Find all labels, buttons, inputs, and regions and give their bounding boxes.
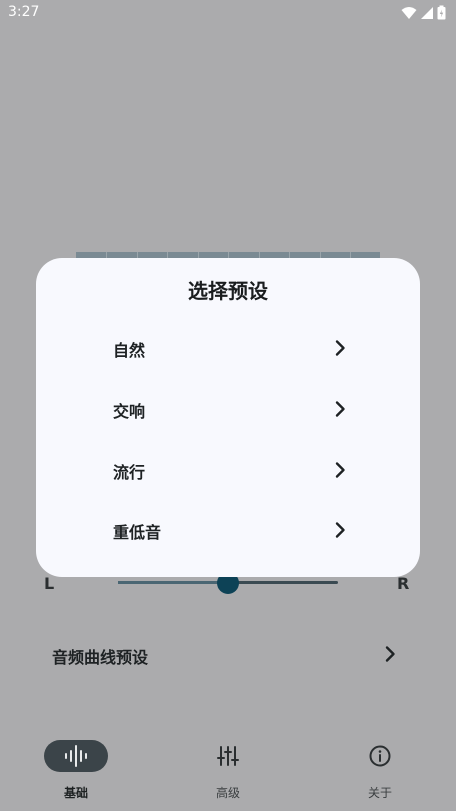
chevron-right-icon xyxy=(330,338,350,362)
dialog-title: 选择预设 xyxy=(188,279,268,303)
preset-option-pop[interactable]: 流行 xyxy=(36,440,420,500)
balance-right-label: R xyxy=(397,574,410,593)
nav-basic[interactable]: 基础 xyxy=(31,740,121,801)
option-label: 自然 xyxy=(113,341,146,360)
preset-option-symphony[interactable]: 交响 xyxy=(36,379,420,439)
nav-about-pill xyxy=(348,740,412,772)
status-time: 3:27 xyxy=(8,4,40,20)
chevron-right-icon xyxy=(330,460,350,484)
status-icons xyxy=(401,5,446,20)
wifi-icon xyxy=(401,6,417,19)
nav-advanced-pill xyxy=(196,740,260,772)
nav-about-label: 关于 xyxy=(367,786,392,800)
info-icon xyxy=(369,745,391,767)
waveform-icon xyxy=(65,745,87,767)
chevron-right-icon xyxy=(380,644,400,668)
nav-advanced-label: 高级 xyxy=(215,786,240,800)
balance-track-active xyxy=(118,581,228,584)
signal-icon xyxy=(421,6,433,19)
option-label: 交响 xyxy=(113,402,146,421)
audio-curve-preset-label: 音频曲线预设 xyxy=(52,648,149,667)
option-label: 重低音 xyxy=(113,523,162,542)
audio-curve-preset-row[interactable]: 音频曲线预设 xyxy=(0,636,456,672)
option-label: 流行 xyxy=(113,463,146,482)
sliders-icon xyxy=(217,746,239,766)
nav-advanced[interactable]: 高级 xyxy=(183,740,273,801)
nav-basic-pill xyxy=(44,740,108,772)
status-bar: 3:27 xyxy=(0,0,456,26)
bottom-navigation: 基础 高级 关于 xyxy=(0,730,456,811)
nav-basic-label: 基础 xyxy=(63,786,88,800)
preset-option-natural[interactable]: 自然 xyxy=(36,318,420,378)
chevron-right-icon xyxy=(330,520,350,544)
nav-about[interactable]: 关于 xyxy=(335,740,425,801)
balance-left-label: L xyxy=(44,574,55,593)
battery-icon xyxy=(437,5,446,20)
preset-option-bass[interactable]: 重低音 xyxy=(36,500,420,560)
chevron-right-icon xyxy=(330,399,350,423)
select-preset-dialog: 选择预设 自然 交响 流行 重低音 xyxy=(36,258,420,577)
